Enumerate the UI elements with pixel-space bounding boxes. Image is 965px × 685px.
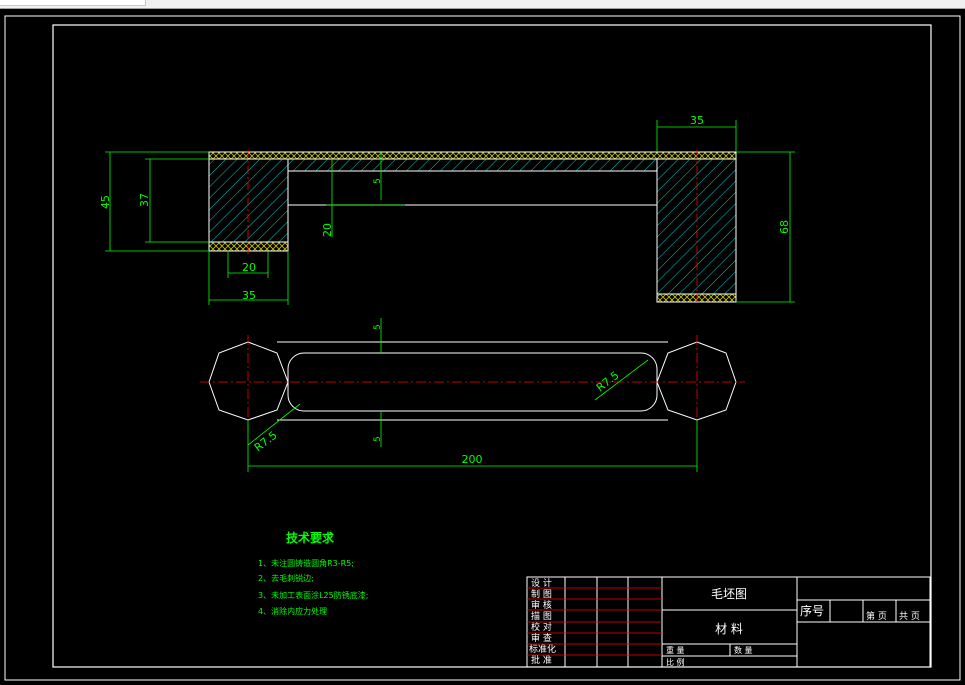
outer-frame — [4, 15, 961, 681]
sheet-label: 第 页 — [866, 610, 887, 622]
dim-top-width: 35 — [690, 114, 704, 127]
tech-req-item: 2、去毛刺锐边; — [258, 573, 314, 583]
plan-view — [208, 341, 737, 421]
right-boss-outline — [656, 341, 737, 421]
tech-req-item: 3、未加工表面涂L25防锈底漆; — [258, 590, 368, 600]
dim-left-bottom-inner: 20 — [242, 261, 256, 274]
dim-right-height: 68 — [778, 220, 791, 234]
title-row-label: 审 核 — [531, 599, 552, 611]
web-plate — [287, 158, 658, 172]
tech-req-title: 技术要求 — [286, 530, 335, 545]
right-bottom-strip — [656, 293, 737, 303]
dim-left-bottom-outer: 35 — [242, 289, 256, 302]
technical-requirements: 技术要求 1、未注圆铸造圆角R3-R5; 2、去毛刺锐边; 3、未加工表面涂L2… — [258, 530, 368, 616]
material-label: 材 料 — [715, 622, 743, 636]
left-block — [208, 158, 289, 243]
title-row-label: 标准化 — [529, 643, 556, 655]
dim-left-height-inner: 37 — [138, 193, 151, 207]
plan-dimensions — [247, 318, 698, 472]
dim-plan-bottom-thickness: 5 — [373, 436, 383, 442]
left-bottom-strip — [208, 241, 289, 252]
plan-dimension-labels: 5 5 R7.5 R7.5 200 — [252, 324, 622, 466]
left-boss-outline — [208, 341, 289, 421]
drawing-name: 毛坯图 — [711, 587, 747, 601]
right-block — [656, 158, 737, 295]
dim-plan-top-thickness: 5 — [373, 324, 383, 330]
tech-req-item: 4、消除内应力处理 — [258, 606, 327, 616]
title-row-label: 校 对 — [531, 621, 552, 633]
count-label: 数 量 — [734, 645, 753, 655]
title-row-label: 审 查 — [531, 632, 552, 644]
scale-label: 比 例 — [666, 657, 685, 667]
top-flange-strip — [208, 151, 737, 160]
weight-label: 重 量 — [666, 645, 685, 655]
total-sheets-label: 共 页 — [899, 611, 920, 622]
title-row-label: 制 图 — [531, 588, 552, 600]
window-top-bar — [0, 0, 965, 9]
cad-drawing-canvas[interactable]: 35 45 37 5 20 20 35 68 5 5 R7.5 R7.5 200… — [0, 9, 965, 685]
title-row-label: 描 图 — [531, 610, 552, 622]
dim-gap-height: 20 — [321, 223, 334, 237]
plan-centerlines — [200, 335, 745, 430]
dim-radius-left: R7.5 — [252, 429, 280, 455]
title-row-label: 设 计 — [531, 577, 552, 589]
dim-left-height-outer: 45 — [99, 195, 112, 209]
inner-frame — [52, 24, 932, 668]
document-tab[interactable] — [0, 0, 146, 6]
tech-req-item: 1、未注圆铸造圆角R3-R5; — [258, 558, 354, 568]
serial-label: 序号 — [800, 603, 824, 618]
dim-total-length: 200 — [462, 453, 483, 466]
dim-wall-thickness: 5 — [373, 178, 383, 184]
title-row-label: 批 准 — [531, 654, 552, 666]
